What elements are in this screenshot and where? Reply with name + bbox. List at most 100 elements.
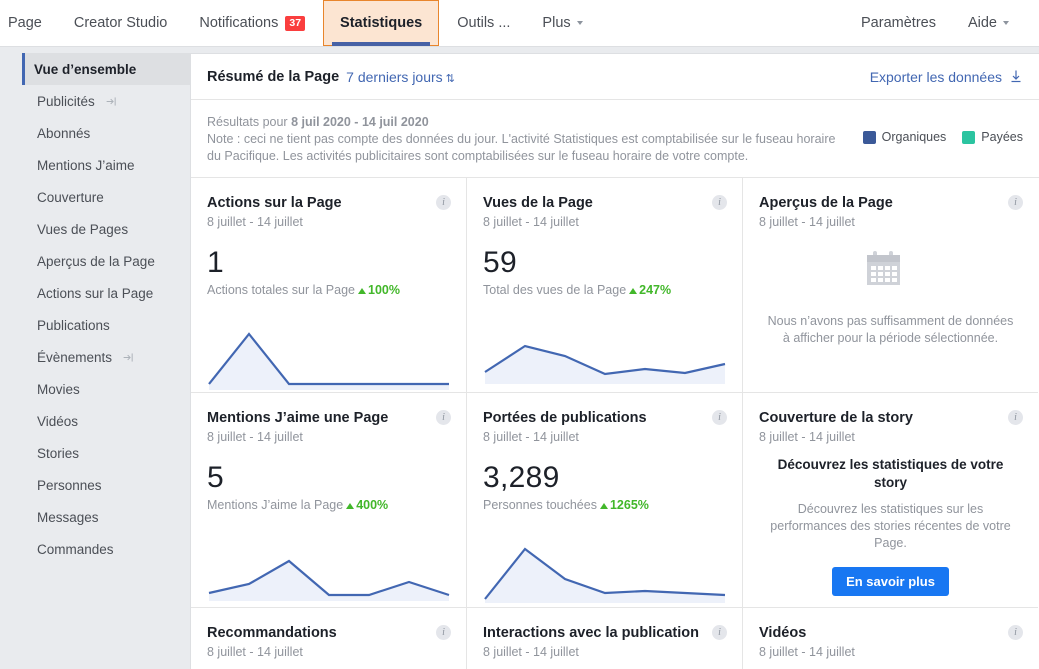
sparkline-chart <box>484 344 726 384</box>
top-nav-left-group: Page Creator Studio Notifications 37 Sta… <box>0 0 599 46</box>
info-icon[interactable]: i <box>712 625 727 640</box>
info-icon[interactable]: i <box>1008 625 1023 640</box>
info-icon[interactable]: i <box>1008 195 1023 210</box>
sidebar-item-label: Vidéos <box>37 413 79 429</box>
sidebar-item-label: Messages <box>37 509 99 525</box>
info-icon[interactable]: i <box>436 195 451 210</box>
results-date-range: 8 juil 2020 - 14 juil 2020 <box>291 115 429 129</box>
metric-card-couverture-de-la-story[interactable]: Couverture de la story 8 juillet - 14 ju… <box>743 393 1038 608</box>
legend-item-payees: Payées <box>962 130 1023 144</box>
nav-tab-creator-studio-label: Creator Studio <box>73 15 168 31</box>
card-metric-label: Total des vues de la Page <box>483 283 627 297</box>
sidebar-item-label: Actions sur la Page <box>37 285 154 301</box>
card-value: 5 <box>207 461 224 494</box>
sidebar-item-apercus-de-la-page[interactable]: Aperçus de la Page <box>0 245 190 277</box>
nav-tab-statistiques[interactable]: Statistiques <box>323 0 440 46</box>
sidebar-item-messages[interactable]: Messages <box>0 501 190 533</box>
card-date-range: 8 juillet - 14 juillet <box>483 430 579 444</box>
sidebar-item-label: Stories <box>37 445 80 461</box>
results-note-row: Résultats pour 8 juil 2020 - 14 juil 202… <box>191 100 1039 178</box>
card-date-range: 8 juillet - 14 juillet <box>207 215 303 229</box>
sidebar-item-movies[interactable]: Movies <box>0 373 190 405</box>
card-delta-value: 1265% <box>609 498 649 512</box>
nav-tab-page[interactable]: Page <box>0 0 58 46</box>
nav-tab-notifications[interactable]: Notifications 37 <box>183 0 321 46</box>
metric-card-portees-de-publications[interactable]: Portées de publications 8 juillet - 14 j… <box>467 393 743 608</box>
card-delta-value: 100% <box>368 283 400 297</box>
nav-item-aide-label: Aide <box>967 15 997 31</box>
sidebar-item-personnes[interactable]: Personnes <box>0 469 190 501</box>
card-metric-line: Personnes touchées 1265% <box>483 498 726 512</box>
sparkline-chart <box>208 332 449 390</box>
metric-card-interactions-avec-la-publication[interactable]: Interactions avec la publication 8 juill… <box>467 608 743 669</box>
card-delta: 100% <box>358 283 400 297</box>
card-date-range: 8 juillet - 14 juillet <box>207 645 303 659</box>
metric-card-recommandations[interactable]: Recommandations 8 juillet - 14 juillet i <box>191 608 467 669</box>
date-range-label: 7 derniers jours <box>346 68 443 85</box>
card-delta-value: 400% <box>356 498 389 512</box>
date-range-selector[interactable]: 7 derniers jours ⇅ <box>346 69 455 85</box>
nav-tab-plus-label: Plus <box>542 15 571 31</box>
card-date-range: 8 juillet - 14 juillet <box>759 430 855 444</box>
sidebar-item-label: Évènements <box>37 349 113 365</box>
results-prefix: Résultats pour <box>207 115 292 129</box>
card-date-range: 8 juillet - 14 juillet <box>759 645 855 659</box>
metrics-card-grid: Actions sur la Page 8 juillet - 14 juill… <box>191 178 1039 669</box>
external-link-icon <box>122 351 135 364</box>
empty-state-message: Nous n’avons pas suffisamment de données… <box>767 314 1014 345</box>
sidebar-item-label: Personnes <box>37 477 102 493</box>
nav-tab-outils[interactable]: Outils ... <box>441 0 526 46</box>
metric-card-actions-sur-la-page[interactable]: Actions sur la Page 8 juillet - 14 juill… <box>191 178 467 393</box>
card-title: Portées de publications <box>483 410 647 426</box>
nav-tab-plus[interactable]: Plus <box>526 0 598 46</box>
metric-card-vues-de-la-page[interactable]: Vues de la Page 8 juillet - 14 juillet i… <box>467 178 743 393</box>
sidebar-item-mentions-jaime[interactable]: Mentions J’aime <box>0 149 190 181</box>
notifications-badge: 37 <box>285 15 306 31</box>
card-delta: 1265% <box>599 498 649 512</box>
sidebar-item-label: Abonnés <box>37 125 91 141</box>
card-title: Recommandations <box>207 625 337 641</box>
info-icon[interactable]: i <box>712 410 727 425</box>
chevron-down-icon <box>576 21 583 25</box>
sidebar-item-label: Aperçus de la Page <box>37 253 155 269</box>
legend-swatch-payees <box>962 130 976 144</box>
sidebar-item-stories[interactable]: Stories <box>0 437 190 469</box>
card-title: Mentions J’aime une Page <box>207 410 389 426</box>
sidebar-item-actions-sur-la-page[interactable]: Actions sur la Page <box>0 277 190 309</box>
promo-body: Découvrez les statistiques sur les perfo… <box>770 502 1011 550</box>
sparkline-chart <box>208 559 450 601</box>
story-promo: Découvrez les statistiques de votre stor… <box>759 456 1022 596</box>
sidebar-item-vues-de-pages[interactable]: Vues de Pages <box>0 213 190 245</box>
card-value: 3,289 <box>483 461 560 494</box>
sidebar-item-commandes[interactable]: Commandes <box>0 533 190 565</box>
metric-card-videos[interactable]: Vidéos 8 juillet - 14 juillet i <box>743 608 1038 669</box>
export-data-button[interactable]: Exporter les données <box>870 69 1023 85</box>
chevron-down-icon <box>1003 21 1009 25</box>
sidebar-item-abonnes[interactable]: Abonnés <box>0 117 190 149</box>
card-title: Couverture de la story <box>759 410 913 426</box>
sidebar-item-evenements[interactable]: Évènements <box>0 341 190 373</box>
card-delta-value: 247% <box>639 283 672 297</box>
sidebar-item-vue-densemble[interactable]: Vue d’ensemble <box>22 53 190 85</box>
sidebar-item-publications[interactable]: Publications <box>0 309 190 341</box>
card-date-range: 8 juillet - 14 juillet <box>207 430 303 444</box>
learn-more-button[interactable]: En savoir plus <box>832 567 949 596</box>
metric-card-apercus-de-la-page[interactable]: Aperçus de la Page 8 juillet - 14 juille… <box>743 178 1038 393</box>
sidebar-item-publicites[interactable]: Publicités <box>0 85 190 117</box>
sidebar-item-couverture[interactable]: Couverture <box>0 181 190 213</box>
info-icon[interactable]: i <box>436 410 451 425</box>
nav-item-parametres[interactable]: Paramètres <box>845 0 952 46</box>
card-delta: 247% <box>629 283 671 297</box>
nav-tab-creator-studio[interactable]: Creator Studio <box>58 0 184 46</box>
sidebar-item-label: Commandes <box>37 541 114 557</box>
info-icon[interactable]: i <box>436 625 451 640</box>
metric-card-mentions-jaime-une-page[interactable]: Mentions J’aime une Page 8 juillet - 14 … <box>191 393 467 608</box>
info-icon[interactable]: i <box>712 195 727 210</box>
legend-label-payees: Payées <box>981 130 1023 144</box>
nav-item-aide[interactable]: Aide <box>952 0 1025 46</box>
arrow-up-icon <box>346 502 355 509</box>
sidebar-item-videos[interactable]: Vidéos <box>0 405 190 437</box>
info-icon[interactable]: i <box>1008 410 1023 425</box>
calendar-icon <box>866 251 900 285</box>
card-title: Aperçus de la Page <box>759 195 893 211</box>
